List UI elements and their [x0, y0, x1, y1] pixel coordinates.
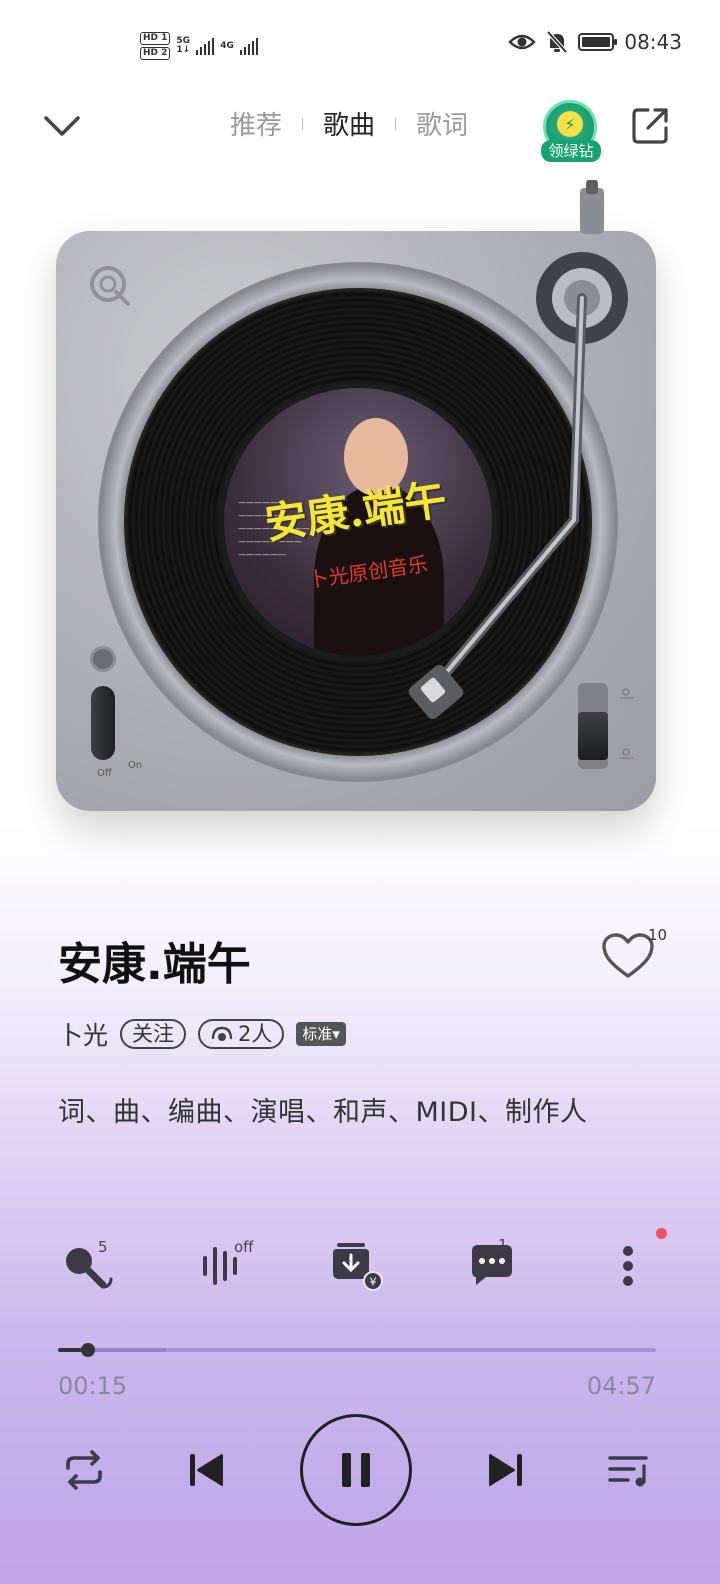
more-vertical-icon — [623, 1246, 633, 1286]
clock: 08:43 — [624, 30, 682, 54]
tab-song[interactable]: 歌曲 — [323, 105, 375, 142]
hd-indicators: HD 1 HD 2 — [140, 32, 171, 60]
follow-button[interactable]: 关注 — [120, 1019, 187, 1049]
bell-muted-icon — [546, 30, 568, 54]
collapse-chevron-icon[interactable] — [40, 108, 84, 144]
qq-music-logo-icon — [90, 266, 130, 306]
hd1-indicator: HD 1 — [140, 32, 171, 45]
next-button[interactable] — [476, 1440, 536, 1500]
skip-next-icon — [489, 1454, 522, 1486]
tab-divider — [302, 117, 304, 130]
current-time: 00:15 — [58, 1372, 128, 1400]
tab-lyrics[interactable]: 歌词 — [416, 105, 468, 142]
net-type-1: 5G 1↓ — [176, 37, 190, 55]
vip-label: 领绿钻 — [541, 140, 601, 162]
quality-selector[interactable]: 标准▾ — [296, 1022, 346, 1046]
battery-icon — [578, 33, 618, 51]
pause-button[interactable] — [300, 1414, 412, 1526]
previous-button[interactable] — [176, 1440, 236, 1500]
repeat-button[interactable] — [54, 1440, 114, 1500]
net-type-2: 4G — [220, 40, 234, 51]
signal-strength-2-icon — [239, 37, 258, 55]
song-title: 安康.端午 — [58, 939, 251, 990]
total-time: 04:57 — [586, 1372, 656, 1400]
karaoke-button[interactable]: 5 — [58, 1238, 118, 1292]
sound-effect-button[interactable]: off — [192, 1238, 254, 1292]
eye-icon — [508, 34, 537, 50]
more-options-button[interactable] — [598, 1240, 658, 1292]
comment-count: 1 — [498, 1236, 508, 1254]
download-button[interactable]: ¥ — [326, 1240, 386, 1292]
status-bar-right: 08:43 — [508, 30, 682, 54]
skip-previous-icon — [190, 1454, 223, 1486]
playlist-button[interactable] — [600, 1440, 660, 1500]
power-switch — [91, 686, 115, 760]
artist-name[interactable]: 卜光 — [58, 1016, 108, 1052]
playlist-icon — [608, 1456, 648, 1487]
comments-button[interactable]: 1 — [462, 1236, 522, 1292]
download-paid-icon: ¥ — [333, 1243, 383, 1291]
power-knob-icon — [90, 646, 116, 672]
song-credits: 词、曲、编曲、演唱、和声、MIDI、制作人 — [58, 1097, 588, 1128]
tab-recommend[interactable]: 推荐 — [230, 105, 282, 142]
comment-icon — [472, 1245, 512, 1285]
listeners-count: 2人 — [238, 1022, 273, 1046]
progress-thumb[interactable] — [80, 1343, 95, 1357]
net-type-1-sub: 1↓ — [176, 45, 191, 55]
green-diamond-button[interactable]: ⚡ 领绿钻 — [541, 100, 601, 162]
like-count: 10 — [648, 926, 668, 944]
status-bar-left: HD 1 HD 2 5G 1↓ 4G — [140, 26, 258, 66]
svg-text:¥: ¥ — [370, 1276, 377, 1289]
lightning-icon: ⚡ — [557, 111, 583, 137]
top-tabs: 推荐 歌曲 歌词 — [230, 105, 468, 142]
repeat-icon — [66, 1450, 102, 1490]
karaoke-count: 5 — [98, 1238, 108, 1256]
switch-on-label: On — [128, 760, 143, 771]
tab-divider — [395, 117, 397, 130]
listen-together-button[interactable]: 2人 — [198, 1019, 285, 1049]
pause-icon — [342, 1453, 370, 1487]
listeners-icon — [211, 1026, 233, 1041]
switch-off-label: Off — [97, 768, 112, 779]
share-icon[interactable] — [628, 104, 672, 148]
notification-dot — [656, 1228, 667, 1239]
net-type-2-label: 4G — [220, 40, 234, 51]
signal-strength-icon — [196, 37, 215, 55]
sound-effect-state: off — [234, 1238, 254, 1256]
tonearm-icon — [408, 180, 628, 720]
song-meta-row: 卜光 关注 2人 标准▾ — [58, 1016, 346, 1052]
hd2-indicator: HD 2 — [140, 47, 171, 60]
